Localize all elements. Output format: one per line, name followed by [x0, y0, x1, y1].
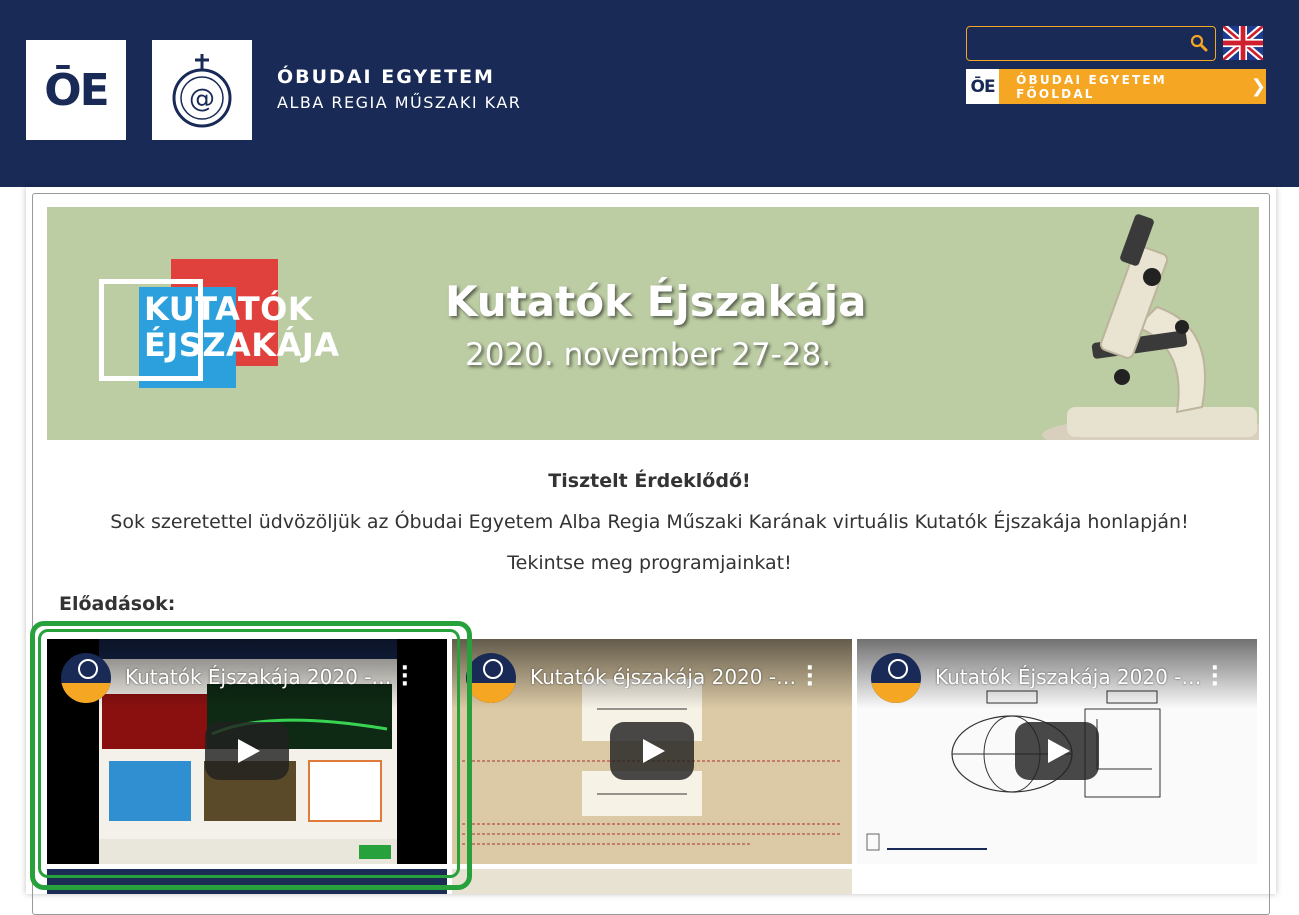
svg-text:@: @ — [189, 84, 215, 114]
oe-logo[interactable]: ŌE — [26, 40, 126, 140]
video-title-2[interactable]: Kutatók éjszakája 2020 - Barlangok kvant… — [530, 665, 800, 689]
banner-date: 2020. november 27-28. — [465, 337, 832, 373]
seal-icon: @ — [172, 54, 232, 128]
site-header: ŌE @ ÓBUDAI EGYETEM ALBA REGIA MŰSZAKI K… — [0, 0, 1299, 187]
faculty-title: ÓBUDAI EGYETEM ALBA REGIA MŰSZAKI KAR — [277, 64, 521, 116]
channel-avatar-3[interactable] — [871, 653, 921, 703]
event-banner: KUTATÓK ÉJSZAKÁJA Kutatók Éjszakája 2020… — [47, 207, 1259, 440]
main-site-link-label: ÓBUDAI EGYETEM FŐOLDAL — [1016, 72, 1167, 101]
search-box — [966, 26, 1216, 61]
cta-text: Tekintse meg programjainkat! — [507, 552, 792, 574]
section-title-lectures: Előadások: — [59, 593, 176, 615]
faculty-seal-logo[interactable]: @ — [152, 40, 252, 140]
faculty-name: ALBA REGIA MŰSZAKI KAR — [277, 93, 522, 112]
university-name: ÓBUDAI EGYETEM — [277, 66, 495, 88]
search-input[interactable] — [973, 31, 1187, 57]
more-options-icon[interactable]: · · · — [806, 658, 814, 696]
uk-flag-icon[interactable] — [1223, 26, 1263, 60]
channel-avatar-2[interactable] — [466, 653, 516, 703]
video-embed-5[interactable] — [452, 869, 852, 894]
play-button-icon[interactable] — [610, 722, 694, 780]
main-site-logo: ŌE — [966, 69, 1000, 104]
play-button-icon[interactable] — [1015, 722, 1099, 780]
video-embed-2[interactable]: Kutatók éjszakája 2020 - Barlangok kvant… — [452, 639, 852, 864]
greeting: Tisztelt Érdeklődő! — [548, 470, 751, 492]
chevron-right-icon: ❯ — [1250, 76, 1266, 97]
main-site-link[interactable]: ŌE ÓBUDAI EGYETEM FŐOLDAL ❯ — [966, 69, 1266, 104]
video-embed-3[interactable]: Kutatók Éjszakája 2020 - Térképi vetület… — [857, 639, 1257, 864]
microscope-icon — [1042, 214, 1259, 440]
ke-logo-text: KUTATÓK ÉJSZAKÁJA — [144, 290, 340, 364]
highlight-outline-inner — [38, 629, 460, 878]
search-icon[interactable] — [1189, 33, 1209, 53]
banner-title: Kutatók Éjszakája — [445, 277, 867, 326]
welcome-text: Sok szeretettel üdvözöljük az Óbudai Egy… — [110, 511, 1189, 533]
more-options-icon[interactable]: · · · — [1211, 658, 1219, 696]
video-title-3[interactable]: Kutatók Éjszakája 2020 - Térképi vetület… — [935, 665, 1205, 689]
